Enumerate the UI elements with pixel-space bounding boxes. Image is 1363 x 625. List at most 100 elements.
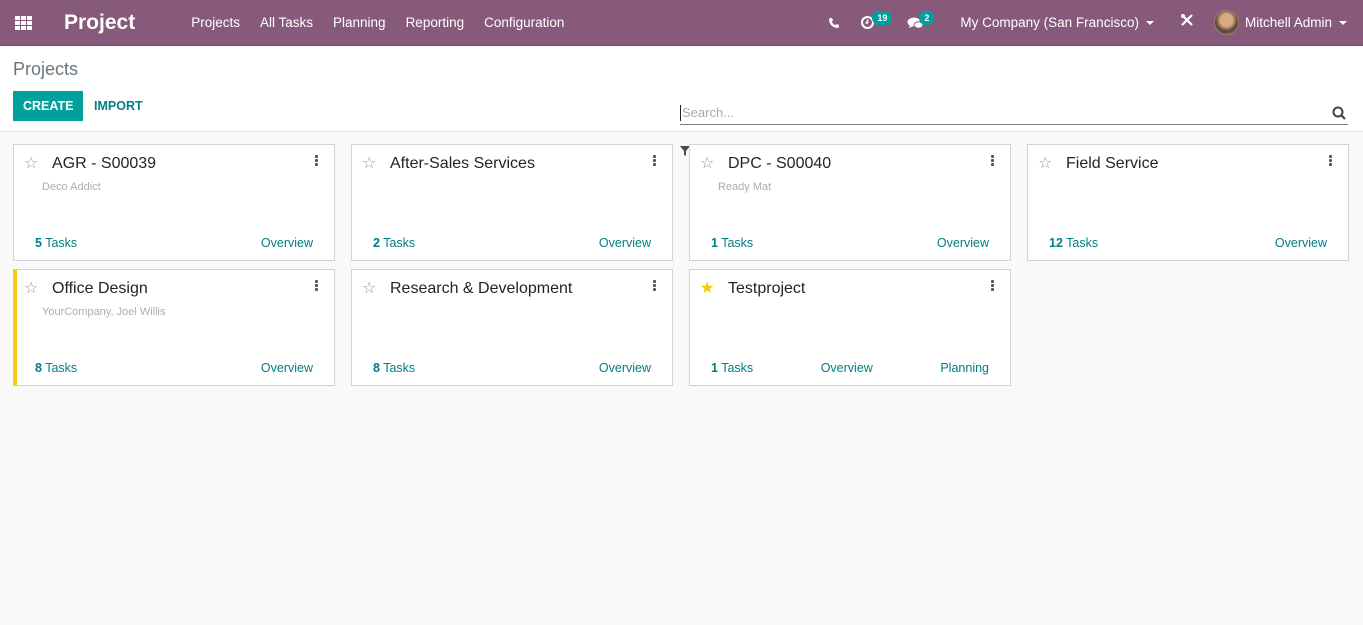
project-name[interactable]: AGR - S00039: [52, 155, 156, 173]
tasks-label: Tasks: [45, 361, 78, 375]
card-footer: 8 Tasks Overview: [373, 361, 651, 375]
project-card[interactable]: ☆ AGR - S00039 Deco Addict 5 Tasks Overv…: [13, 144, 335, 261]
messages-icon[interactable]: 2: [897, 0, 946, 45]
user-name: Mitchell Admin: [1244, 15, 1332, 30]
app-name: Project: [64, 10, 136, 34]
project-name[interactable]: DPC - S00040: [728, 155, 831, 173]
project-card[interactable]: ☆ Field Service 12 Tasks Overview: [1027, 144, 1349, 261]
star-outline-icon[interactable]: ☆: [24, 156, 42, 172]
card-menu-icon[interactable]: [1326, 155, 1334, 167]
overview-link[interactable]: Overview: [261, 236, 313, 250]
card-menu-icon[interactable]: [650, 155, 658, 167]
task-count: 1: [711, 236, 718, 250]
project-card[interactable]: ☆ After-Sales Services 2 Tasks Overview: [351, 144, 673, 261]
tasks-link[interactable]: 8 Tasks: [373, 361, 415, 375]
project-partner: Deco Addict: [42, 181, 101, 193]
project-title-row: ☆ Field Service: [1038, 155, 1158, 173]
star-outline-icon[interactable]: ☆: [362, 156, 380, 172]
card-menu-icon[interactable]: [312, 280, 320, 292]
project-card[interactable]: ☆ DPC - S00040 Ready Mat 1 Tasks Overvie…: [689, 144, 1011, 261]
caret-down-icon: [1145, 20, 1154, 25]
card-footer: 1 Tasks Overview Planning: [711, 361, 989, 375]
project-name[interactable]: Field Service: [1066, 155, 1158, 173]
project-title-row: ☆ AGR - S00039: [24, 155, 156, 173]
planning-link[interactable]: Planning: [940, 361, 989, 375]
tasks-label: Tasks: [721, 361, 754, 375]
card-footer: 2 Tasks Overview: [373, 236, 651, 250]
import-button[interactable]: IMPORT: [86, 91, 151, 121]
card-footer: 12 Tasks Overview: [1049, 236, 1327, 250]
search-bar: [680, 101, 1348, 125]
star-outline-icon[interactable]: ☆: [700, 156, 718, 172]
star-outline-icon[interactable]: ☆: [24, 281, 42, 297]
project-title-row: ★ Testproject: [700, 280, 805, 298]
project-name[interactable]: After-Sales Services: [390, 155, 535, 173]
menu-configuration[interactable]: Configuration: [474, 15, 574, 30]
create-button[interactable]: CREATE: [13, 91, 84, 121]
tasks-link[interactable]: 8 Tasks: [35, 361, 77, 375]
activity-clock-icon[interactable]: 19: [850, 0, 897, 45]
top-navbar: Project Projects All Tasks Planning Repo…: [0, 0, 1363, 46]
overview-link[interactable]: Overview: [599, 236, 651, 250]
card-menu-icon[interactable]: [988, 280, 996, 292]
card-footer: 1 Tasks Overview: [711, 236, 989, 250]
tasks-label: Tasks: [45, 236, 78, 250]
project-name[interactable]: Testproject: [728, 280, 805, 298]
tasks-link[interactable]: 1 Tasks: [711, 361, 753, 375]
overview-link[interactable]: Overview: [261, 361, 313, 375]
star-outline-icon[interactable]: ☆: [1038, 156, 1056, 172]
tasks-label: Tasks: [383, 236, 416, 250]
company-switcher[interactable]: My Company (San Francisco): [946, 15, 1166, 30]
search-input[interactable]: [680, 104, 1330, 121]
project-title-row: ☆ Office Design: [24, 280, 148, 298]
task-count: 2: [373, 236, 380, 250]
control-panel: Projects CREATE IMPORT Filters Group By …: [0, 46, 1363, 160]
message-count-badge: 2: [919, 11, 935, 25]
phone-icon[interactable]: [818, 0, 850, 45]
overview-link[interactable]: Overview: [937, 236, 989, 250]
project-title-row: ☆ After-Sales Services: [362, 155, 535, 173]
project-card[interactable]: ☆ Research & Development 8 Tasks Overvie…: [351, 269, 673, 386]
debug-tools-icon[interactable]: [1166, 13, 1208, 32]
project-title-row: ☆ DPC - S00040: [700, 155, 831, 173]
project-card[interactable]: ☆ Office Design YourCompany, Joel Willis…: [13, 269, 335, 386]
project-name[interactable]: Office Design: [52, 280, 148, 298]
search-icon[interactable]: [1330, 106, 1348, 120]
apps-menu-icon[interactable]: [0, 0, 46, 46]
card-footer: 5 Tasks Overview: [35, 236, 313, 250]
project-kanban: ☆ AGR - S00039 Deco Addict 5 Tasks Overv…: [13, 144, 1349, 386]
card-menu-icon[interactable]: [650, 280, 658, 292]
card-menu-icon[interactable]: [988, 155, 996, 167]
card-footer: 8 Tasks Overview: [35, 361, 313, 375]
menu-planning[interactable]: Planning: [323, 15, 396, 30]
overview-link[interactable]: Overview: [1275, 236, 1327, 250]
card-menu-icon[interactable]: [312, 155, 320, 167]
breadcrumb: Projects: [13, 59, 79, 79]
project-partner: YourCompany, Joel Willis: [42, 306, 166, 318]
task-count: 5: [35, 236, 42, 250]
project-name[interactable]: Research & Development: [390, 280, 572, 298]
caret-down-icon: [1339, 20, 1347, 25]
task-count: 12: [1049, 236, 1063, 250]
tasks-link[interactable]: 1 Tasks: [711, 236, 753, 250]
tasks-link[interactable]: 2 Tasks: [373, 236, 415, 250]
tasks-link[interactable]: 12 Tasks: [1049, 236, 1098, 250]
tasks-link[interactable]: 5 Tasks: [35, 236, 77, 250]
project-card[interactable]: ★ Testproject 1 Tasks Overview Planning: [689, 269, 1011, 386]
overview-link[interactable]: Overview: [821, 361, 873, 375]
menu-all-tasks[interactable]: All Tasks: [250, 15, 323, 30]
company-name: My Company (San Francisco): [960, 15, 1139, 30]
star-filled-icon[interactable]: ★: [700, 281, 718, 297]
overview-link[interactable]: Overview: [599, 361, 651, 375]
tasks-label: Tasks: [383, 361, 416, 375]
star-outline-icon[interactable]: ☆: [362, 281, 380, 297]
user-avatar: [1213, 10, 1239, 35]
user-menu[interactable]: Mitchell Admin: [1208, 10, 1363, 35]
task-count: 8: [373, 361, 380, 375]
menu-reporting[interactable]: Reporting: [396, 15, 475, 30]
tasks-label: Tasks: [721, 236, 754, 250]
tasks-label: Tasks: [1066, 236, 1099, 250]
task-count: 8: [35, 361, 42, 375]
menu-projects[interactable]: Projects: [181, 15, 250, 30]
main-menu: Projects All Tasks Planning Reporting Co…: [181, 15, 574, 30]
